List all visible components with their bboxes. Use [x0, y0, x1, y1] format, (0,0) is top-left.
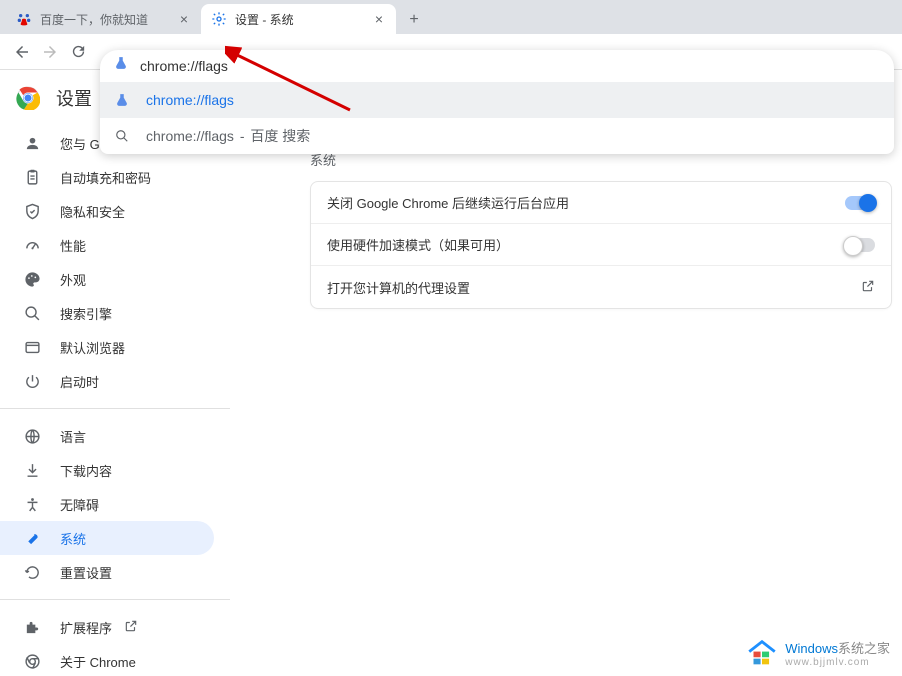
suggestion-secondary: 百度 搜索: [250, 128, 310, 144]
settings-row-label: 关闭 Google Chrome 后继续运行后台应用: [327, 193, 569, 212]
nav-divider: [0, 599, 230, 600]
suggestion-text: chrome://flags: [146, 128, 234, 144]
external-link-icon: [124, 619, 138, 636]
suggestion-flags[interactable]: chrome://flags: [100, 82, 894, 118]
settings-row-label: 打开您计算机的代理设置: [327, 278, 470, 297]
sidebar-item-default-browser[interactable]: 默认浏览器: [0, 330, 214, 364]
palette-icon: [22, 271, 42, 288]
sidebar-item-label: 隐私和安全: [60, 202, 125, 221]
chrome-logo-icon: [16, 86, 40, 110]
settings-row-label: 使用硬件加速模式（如果可用）: [327, 235, 509, 254]
settings-row[interactable]: 打开您计算机的代理设置: [311, 266, 891, 308]
sidebar-item-label: 重置设置: [60, 563, 112, 582]
watermark-url: www.bjjmlv.com: [785, 657, 890, 668]
sidebar-item-reset[interactable]: 重置设置: [0, 555, 214, 589]
puzzle-icon: [22, 619, 42, 636]
tab-baidu[interactable]: 百度一下，你就知道 ×: [6, 4, 201, 34]
chrome-icon: [22, 653, 42, 670]
settings-card: 关闭 Google Chrome 后继续运行后台应用使用硬件加速模式（如果可用）…: [310, 181, 892, 309]
suggestion-search[interactable]: chrome://flags - 百度 搜索: [100, 118, 894, 154]
settings-row: 关闭 Google Chrome 后继续运行后台应用: [311, 182, 891, 224]
flask-icon: [114, 56, 128, 75]
sidebar-item-search-engine[interactable]: 搜索引擎: [0, 296, 214, 330]
watermark: Windows系统之家 www.bjjmlv.com: [745, 636, 890, 670]
back-button[interactable]: [8, 38, 36, 66]
omnibox-input[interactable]: chrome://flags: [140, 58, 880, 74]
toolbar: chrome://flags chrome://flags chrome://f…: [0, 34, 902, 70]
sidebar-item-accessibility[interactable]: 无障碍: [0, 487, 214, 521]
sidebar-item-about[interactable]: 关于 Chrome: [0, 644, 214, 676]
reload-button[interactable]: [64, 38, 92, 66]
watermark-brand-suffix: 系统之家: [838, 641, 890, 656]
watermark-brand: Windows: [785, 641, 838, 656]
sidebar-item-label: 下载内容: [60, 461, 112, 480]
page-title: 设置: [56, 85, 92, 111]
sidebar-item-appearance[interactable]: 外观: [0, 262, 214, 296]
sidebar-item-label: 启动时: [60, 372, 99, 391]
omnibox-dropdown: chrome://flags chrome://flags chrome://f…: [100, 50, 894, 154]
shield-icon: [22, 203, 42, 220]
forward-button[interactable]: [36, 38, 64, 66]
settings-row: 使用硬件加速模式（如果可用）: [311, 224, 891, 266]
sidebar-item-languages[interactable]: 语言: [0, 419, 214, 453]
tab-bar: 百度一下，你就知道 × 设置 - 系统 × +: [0, 0, 902, 34]
baidu-favicon: [16, 11, 32, 27]
nav-divider: [0, 408, 230, 409]
wrench-icon: [22, 530, 42, 547]
sidebar-item-label: 扩展程序: [60, 618, 112, 637]
sidebar: 您与 Google自动填充和密码隐私和安全性能外观搜索引擎默认浏览器启动时语言下…: [0, 70, 230, 676]
tab-title: 设置 - 系统: [235, 11, 372, 28]
sidebar-item-label: 搜索引擎: [60, 304, 112, 323]
sidebar-item-label: 关于 Chrome: [60, 652, 136, 671]
toggle-switch[interactable]: [845, 196, 875, 210]
sidebar-item-on-startup[interactable]: 启动时: [0, 364, 214, 398]
toggle-switch[interactable]: [845, 238, 875, 252]
globe-icon: [22, 428, 42, 445]
sidebar-item-label: 系统: [60, 529, 86, 548]
omnibox-input-row[interactable]: chrome://flags: [100, 50, 894, 82]
new-tab-button[interactable]: +: [400, 6, 428, 34]
person-icon: [22, 135, 42, 152]
sidebar-item-label: 性能: [60, 236, 86, 255]
clipboard-icon: [22, 169, 42, 186]
flask-icon: [114, 93, 130, 107]
sidebar-item-autofill[interactable]: 自动填充和密码: [0, 160, 214, 194]
content: 您与 Google自动填充和密码隐私和安全性能外观搜索引擎默认浏览器启动时语言下…: [0, 70, 902, 676]
sidebar-item-performance[interactable]: 性能: [0, 228, 214, 262]
close-icon[interactable]: ×: [177, 12, 191, 26]
sidebar-item-downloads[interactable]: 下载内容: [0, 453, 214, 487]
download-icon: [22, 462, 42, 479]
sidebar-item-label: 无障碍: [60, 495, 99, 514]
power-icon: [22, 373, 42, 390]
sidebar-item-label: 语言: [60, 427, 86, 446]
restore-icon: [22, 564, 42, 581]
settings-favicon: [211, 11, 227, 27]
suggestion-text: chrome://flags: [146, 92, 234, 108]
sidebar-item-privacy[interactable]: 隐私和安全: [0, 194, 214, 228]
browser-icon: [22, 339, 42, 356]
speedometer-icon: [22, 237, 42, 254]
sidebar-item-system[interactable]: 系统: [0, 521, 214, 555]
sidebar-item-label: 默认浏览器: [60, 338, 125, 357]
main-panel: 系统 关闭 Google Chrome 后继续运行后台应用使用硬件加速模式（如果…: [230, 70, 902, 676]
sidebar-item-label: 自动填充和密码: [60, 168, 151, 187]
tab-settings[interactable]: 设置 - 系统 ×: [201, 4, 396, 34]
accessibility-icon: [22, 496, 42, 513]
search-icon: [22, 305, 42, 322]
windows-house-icon: [745, 636, 779, 670]
tab-title: 百度一下，你就知道: [40, 11, 177, 28]
sidebar-item-label: 外观: [60, 270, 86, 289]
close-icon[interactable]: ×: [372, 12, 386, 26]
sidebar-item-extensions[interactable]: 扩展程序: [0, 610, 214, 644]
external-link-icon: [861, 279, 875, 296]
search-icon: [114, 129, 130, 143]
